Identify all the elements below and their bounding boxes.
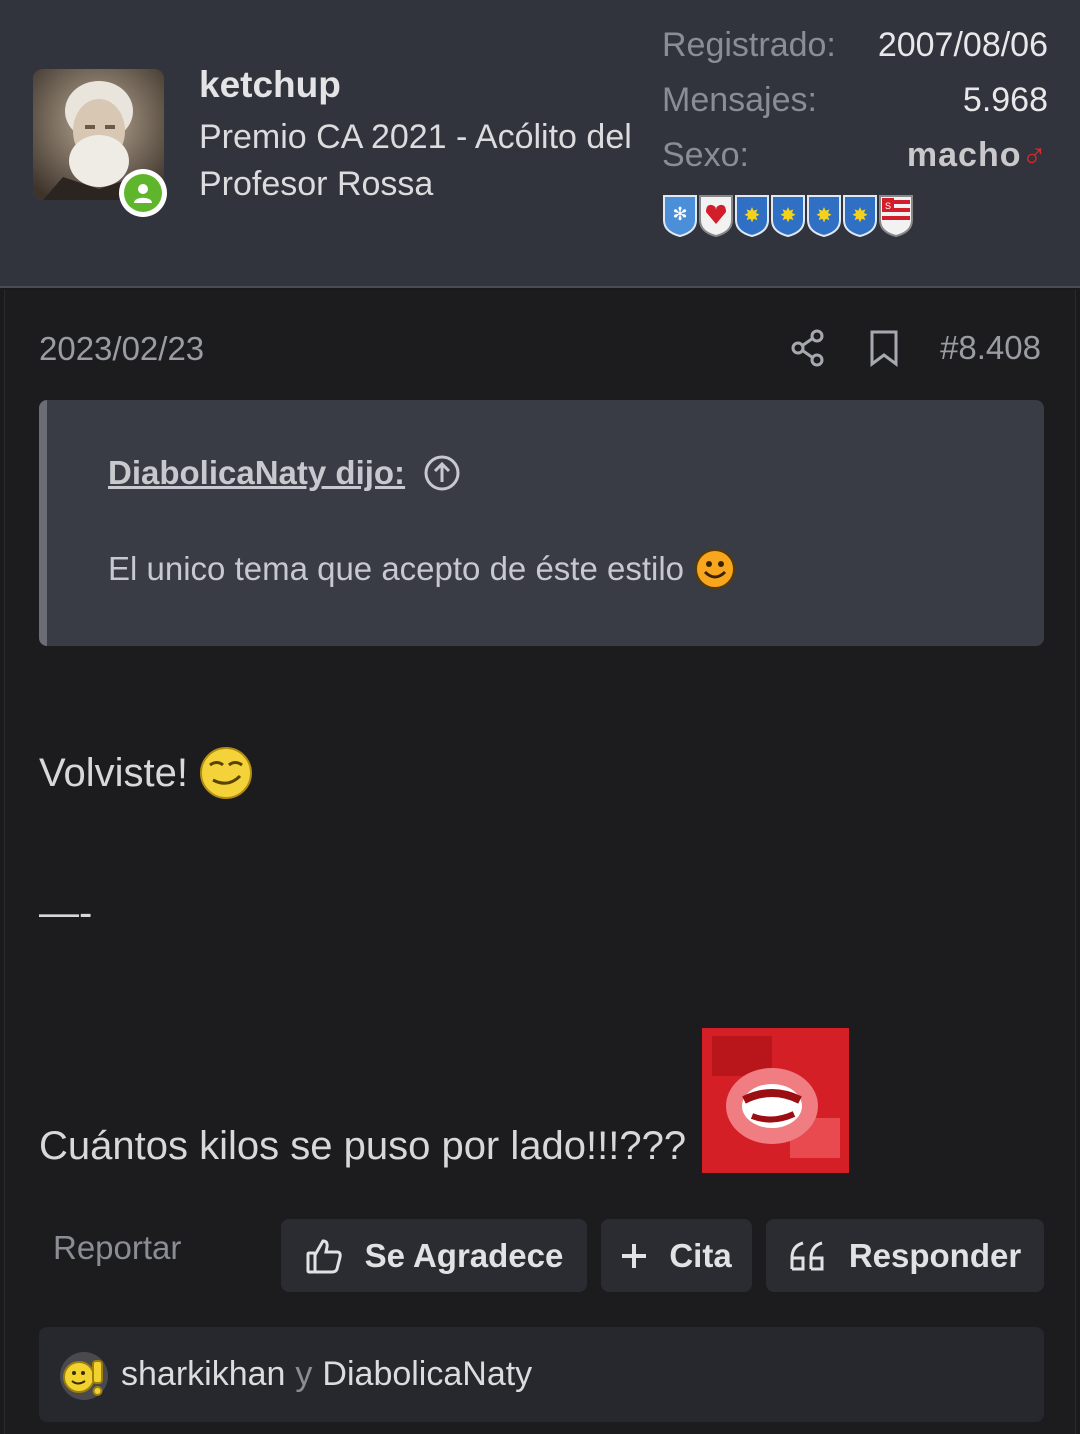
quote-text: El unico tema que acepto de éste estilo [108,548,736,590]
arrow-up-circle-icon[interactable] [423,454,461,492]
smirk-emoji-icon [199,747,252,799]
post-actions-top: #8.408 [788,326,1041,370]
flag-shield-icon[interactable]: S [878,194,914,238]
thanks-label: Se Agradece [364,1236,564,1274]
post-text: —- [39,891,93,935]
user-header: ketchup Premio CA 2021 - Acólito del Pro… [0,0,1080,288]
thumbs-up-smiley-icon [60,1351,108,1400]
svg-text:✸: ✸ [816,205,833,227]
bookmark-button[interactable] [864,326,904,370]
sex-value: macho♂ [907,136,1048,175]
reactions-bar[interactable]: sharkikhan y DiabolicaNaty [39,1327,1044,1422]
plus-icon [621,1243,647,1269]
star-shield-icon[interactable]: ✸ [734,194,770,238]
svg-text:✻: ✻ [672,204,687,224]
blockquote: DiabolicaNaty dijo: El unico tema que ac… [39,400,1044,646]
star-shield-icon[interactable]: ✸ [770,194,806,238]
snowflake-shield-icon[interactable]: ✻ [662,194,698,238]
share-button[interactable] [788,326,828,370]
stat-label: Registrado: [662,26,836,64]
reply-label: Responder [848,1236,1022,1274]
post-text: Cuántos kilos se puso por lado!!!??? [39,1124,687,1168]
reply-button[interactable]: Responder [766,1219,1044,1292]
bookmark-icon [870,330,898,367]
stat-registered: Registrado: 2007/08/06 [662,26,1048,81]
svg-text:✸: ✸ [780,205,797,227]
post-body-line: —- [39,891,92,936]
reaction-connector: y [295,1355,313,1393]
reaction-user[interactable]: sharkikhan [121,1355,285,1394]
online-status-badge [119,169,167,217]
stat-value: 2007/08/06 [877,26,1048,64]
stat-value[interactable]: 5.968 [963,81,1048,120]
quote-author: DiabolicaNaty dijo: [108,454,461,492]
stat-messages: Mensajes: 5.968 [662,81,1048,136]
user-stats: Registrado: 2007/08/06 Mensajes: 5.968 S… [662,26,1048,191]
heart-shield-icon[interactable] [698,194,734,238]
star-shield-icon[interactable]: ✸ [842,194,878,238]
post-body-line: Cuántos kilos se puso por lado!!!??? [39,1124,686,1169]
quote-label: Cita [669,1236,732,1274]
male-symbol-icon: ♂ [1021,136,1048,174]
post: 2023/02/23 #8.408 DiabolicaNaty dijo: El… [4,290,1076,1434]
quote-text-content: El unico tema que acepto de éste estilo [108,550,685,587]
post-date[interactable]: 2023/02/23 [39,330,204,368]
user-badges: ✻ ✸ ✸ ✸ ✸ S [662,194,914,238]
sex-text: macho [906,136,1022,174]
stat-label: Mensajes: [662,81,817,119]
stat-label: Sexo: [662,136,749,174]
user-online-icon [124,174,162,212]
smiley-icon [695,549,736,589]
angry-face-image [702,1028,849,1173]
user-title: Premio CA 2021 - Acólito del Profesor Ro… [199,118,632,203]
thanks-button[interactable]: Se Agradece [281,1219,587,1292]
post-number[interactable]: #8.408 [940,329,1041,367]
thumbs-up-icon [305,1237,343,1275]
username[interactable]: ketchup [199,64,341,106]
quote-marks-icon [789,1240,827,1272]
avatar-wrap[interactable] [33,69,167,217]
quote-author-link[interactable]: DiabolicaNaty dijo: [108,454,405,492]
star-shield-icon[interactable]: ✸ [806,194,842,238]
report-link[interactable]: Reportar [53,1229,181,1267]
quote-button[interactable]: Cita [601,1219,752,1292]
svg-text:✸: ✸ [852,205,869,227]
post-text: Volviste! [39,750,188,795]
svg-text:✸: ✸ [744,205,761,227]
share-icon [791,329,824,367]
svg-text:S: S [885,201,891,211]
post-body-line: Volviste! [39,746,254,800]
stat-sex: Sexo: macho♂ [662,136,1048,191]
reaction-user[interactable]: DiabolicaNaty [322,1355,532,1394]
